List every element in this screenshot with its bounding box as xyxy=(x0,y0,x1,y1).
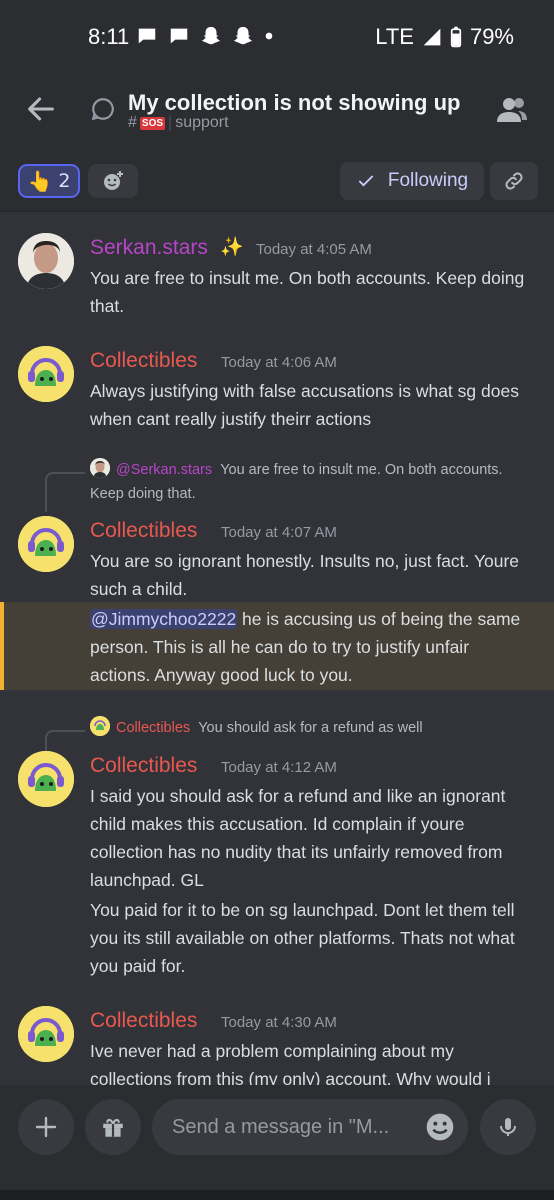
channel-name: support xyxy=(175,114,229,131)
gift-button[interactable] xyxy=(85,1099,141,1155)
dot-icon xyxy=(265,32,273,40)
sos-emoji-icon: SOS xyxy=(139,116,166,130)
collectibles-avatar-image xyxy=(18,516,74,572)
message-text: You are so ignorant honestly. Insults no… xyxy=(90,551,520,599)
author-name[interactable]: Collectibles xyxy=(90,349,197,373)
message-text: I said you should ask for a refund and l… xyxy=(90,786,506,890)
attach-button[interactable] xyxy=(18,1099,74,1155)
message-input-placeholder: Send a message in "M... xyxy=(172,1115,390,1138)
reply-text: You should ask for a refund as well xyxy=(198,720,423,736)
thread-header: My collection is not showing up # SOS | … xyxy=(0,70,554,150)
timestamp: Today at 4:12 AM xyxy=(221,759,337,776)
reply-content: Collectibles You should ask for a refund… xyxy=(90,716,540,740)
snapchat-icon xyxy=(201,26,221,45)
user-mention[interactable]: @Jimmychoo2222 xyxy=(90,609,238,629)
author-name[interactable]: Serkan.stars xyxy=(90,236,208,260)
battery-icon xyxy=(450,26,462,48)
collectibles-avatar-image xyxy=(18,346,74,402)
following-label: Following xyxy=(387,170,469,191)
chat-notification-icon xyxy=(138,28,156,44)
channel-hash: # xyxy=(128,114,137,131)
author-name[interactable]: Collectibles xyxy=(90,1009,197,1033)
system-nav-strip xyxy=(0,1190,554,1200)
avatar[interactable] xyxy=(18,1006,74,1062)
status-bar: 8:11 LTE 79% xyxy=(0,0,554,70)
message-input[interactable]: Send a message in "M... xyxy=(152,1099,468,1155)
author-name[interactable]: Collectibles xyxy=(90,519,197,543)
status-time: 8:11 xyxy=(88,24,130,49)
author-name[interactable]: Collectibles xyxy=(90,754,197,778)
gift-icon xyxy=(103,1118,123,1137)
voice-message-button[interactable] xyxy=(480,1099,536,1155)
avatar[interactable] xyxy=(18,516,74,572)
link-icon xyxy=(505,172,523,190)
message-text: Ive never had a problem complaining abou… xyxy=(90,1041,491,1085)
sparkle-badge-icon: ✨ xyxy=(220,236,244,258)
copy-link-button[interactable] xyxy=(490,162,538,200)
message-text: You paid for it to be on sg launchpad. D… xyxy=(90,900,515,976)
message-text: You are free to insult me. On both accou… xyxy=(90,268,525,316)
reply-author: Collectibles xyxy=(116,720,191,736)
pointing-hand-icon: 👆 xyxy=(27,169,53,193)
add-reaction-button[interactable] xyxy=(88,164,138,198)
add-emoji-icon xyxy=(104,171,123,190)
collectibles-avatar-image xyxy=(18,751,74,807)
signal-icon xyxy=(423,28,441,46)
timestamp: Today at 4:06 AM xyxy=(221,354,337,371)
message-composer: Send a message in "M... xyxy=(0,1085,554,1200)
timestamp: Today at 4:07 AM xyxy=(221,524,337,541)
thread-title[interactable]: My collection is not showing up xyxy=(128,90,460,116)
reply-author: @Serkan.stars xyxy=(116,462,213,478)
members-icon[interactable] xyxy=(496,96,528,124)
battery-level: 79% xyxy=(469,24,514,49)
reply-spine xyxy=(45,472,85,512)
reply-avatar xyxy=(90,716,110,736)
reaction-count: 2 xyxy=(58,170,71,192)
message-text-mention: @Jimmychoo2222 he is accusing us of bein… xyxy=(90,605,530,689)
avatar[interactable] xyxy=(18,346,74,402)
reply-content: @Serkan.stars You are free to insult me.… xyxy=(90,458,540,506)
serkan-avatar-image xyxy=(18,233,74,289)
back-arrow-icon[interactable] xyxy=(24,92,58,126)
timestamp: Today at 4:05 AM xyxy=(256,241,372,258)
plus-icon xyxy=(35,1116,57,1138)
snapchat-icon xyxy=(233,26,253,45)
channel-breadcrumb[interactable]: # SOS | support xyxy=(128,114,229,132)
following-button[interactable]: Following xyxy=(340,162,484,200)
collectibles-avatar-image xyxy=(18,1006,74,1062)
avatar[interactable] xyxy=(18,751,74,807)
timestamp: Today at 4:30 AM xyxy=(221,1014,337,1031)
message-list[interactable]: Serkan.stars ✨ Today at 4:05 AM You are … xyxy=(0,213,554,1085)
network-type: LTE xyxy=(375,24,414,49)
reaction-pill[interactable]: 👆 2 xyxy=(18,164,80,198)
mention-highlight: @Jimmychoo2222 he is accusing us of bein… xyxy=(0,602,554,690)
status-right: LTE 79% xyxy=(375,24,514,50)
avatar[interactable] xyxy=(18,233,74,289)
message-text: Always justifying with false accusations… xyxy=(90,381,519,429)
reply-avatar xyxy=(90,458,110,478)
emoji-icon[interactable] xyxy=(424,1111,456,1143)
notification-icons xyxy=(136,24,274,48)
microphone-icon xyxy=(500,1118,516,1136)
thread-icon xyxy=(91,98,114,121)
chat-notification-icon xyxy=(170,28,188,44)
thread-action-bar: 👆 2 Following xyxy=(0,150,554,212)
check-icon xyxy=(358,175,374,187)
